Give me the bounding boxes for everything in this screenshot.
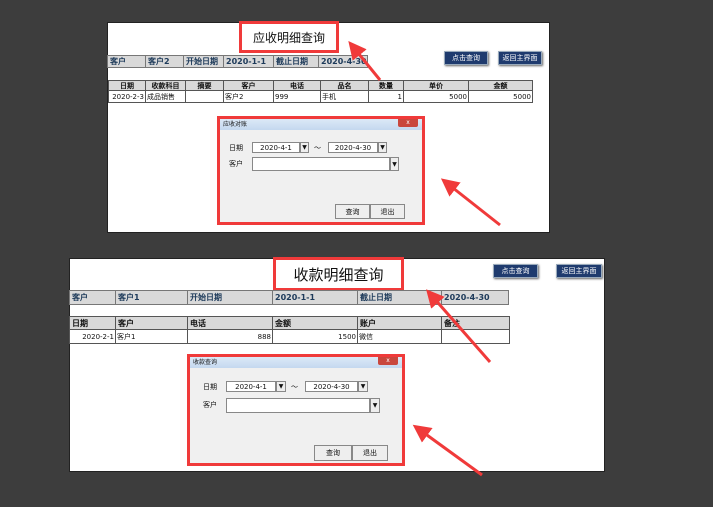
annotation-arrows [348, 41, 501, 477]
arrow-icon [426, 289, 492, 363]
arrow-icon [348, 41, 382, 81]
arrow-icon [440, 178, 501, 227]
arrow-icon [412, 424, 483, 477]
